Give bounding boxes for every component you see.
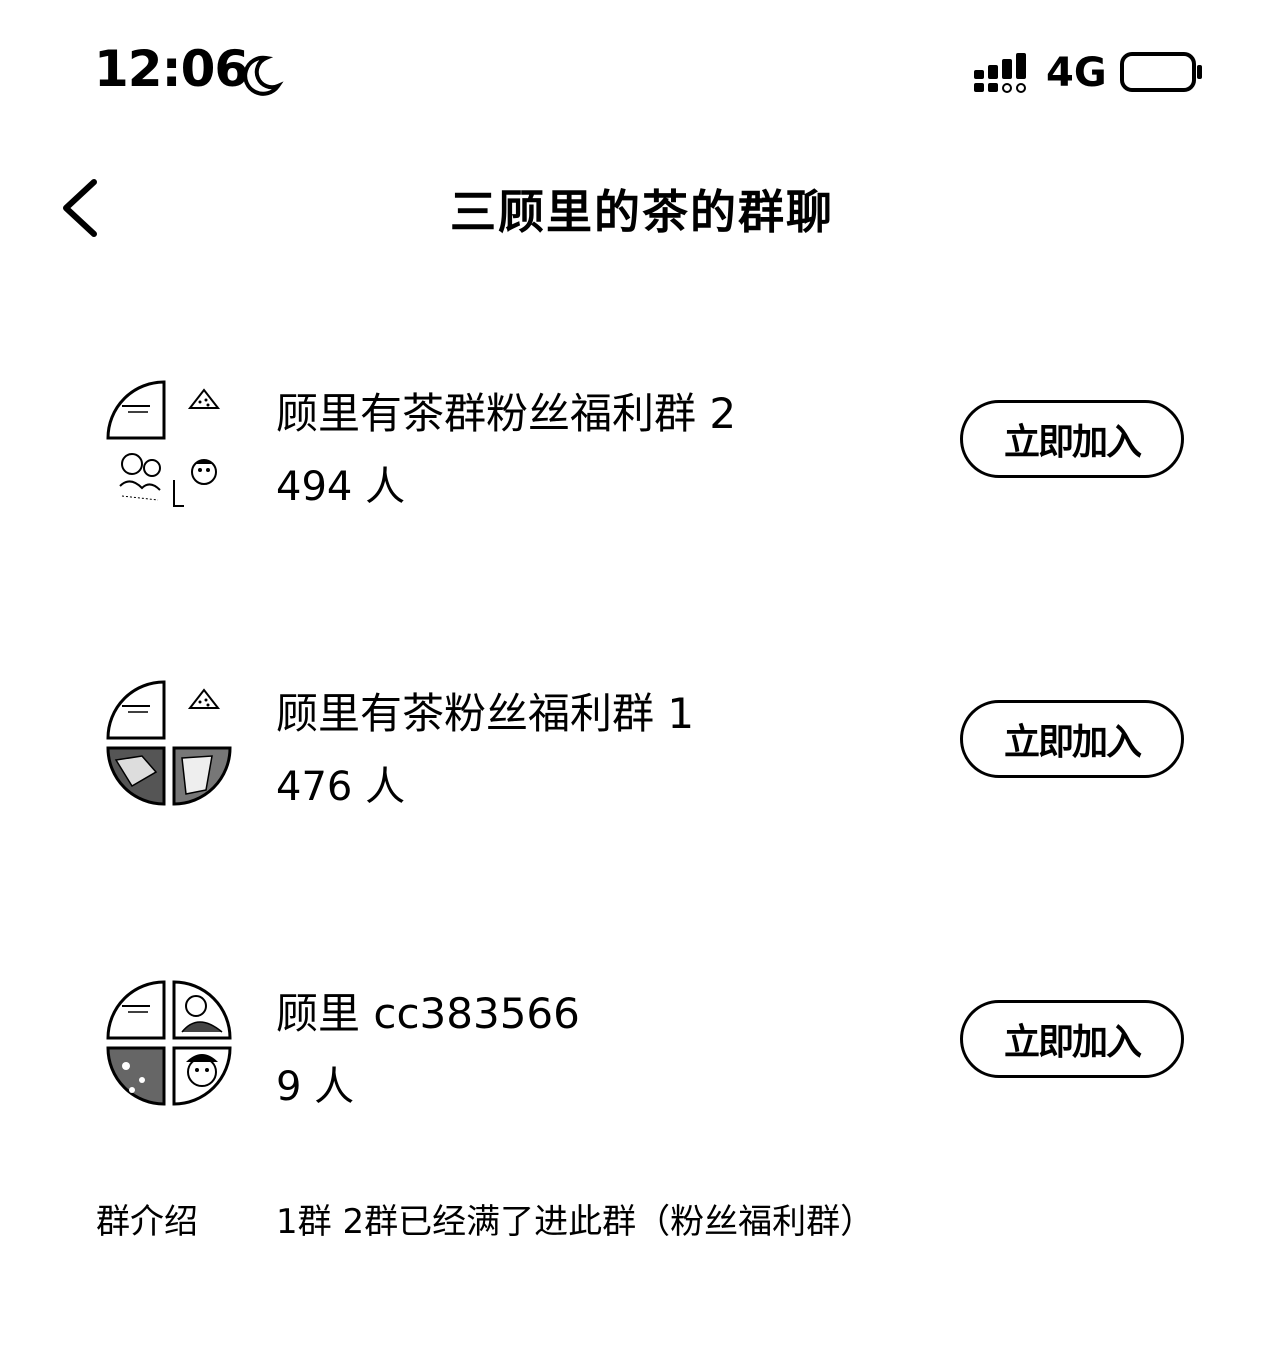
intro-text: 1群 2群已经满了进此群（粉丝福利群） [276, 1202, 875, 1242]
member-count: 9 人 [276, 1064, 355, 1110]
battery-icon [1120, 52, 1202, 92]
group-avatar [106, 980, 232, 1106]
group-avatar [106, 680, 232, 806]
group-name: 顾里有茶粉丝福利群 1 [276, 689, 695, 738]
group-intro: 群介绍 1群 2群已经满了进此群（粉丝福利群） [0, 1190, 1284, 1250]
join-button[interactable]: 立即加入 [960, 400, 1184, 478]
group-row[interactable]: 顾里有茶粉丝福利群 1 476 人 立即加入 [0, 670, 1284, 820]
group-name: 顾里有茶群粉丝福利群 2 [276, 389, 737, 438]
status-bar: 12:06 4G [0, 0, 1284, 140]
nav-bar: 三顾里的茶的群聊 [0, 150, 1284, 270]
member-count: 476 人 [276, 764, 406, 810]
group-avatar [106, 380, 221, 507]
page-title: 三顾里的茶的群聊 [450, 185, 834, 239]
status-time: 12:06 [94, 40, 249, 98]
group-name: 顾里 cc383566 [276, 989, 580, 1038]
signal-icon [974, 53, 1026, 93]
group-row[interactable]: 顾里有茶群粉丝福利群 2 494 人 立即加入 [0, 370, 1284, 520]
join-button[interactable]: 立即加入 [960, 700, 1184, 778]
group-row[interactable]: 顾里 cc383566 9 人 立即加入 [0, 970, 1284, 1120]
network-type: 4G [1046, 50, 1107, 96]
join-button[interactable]: 立即加入 [960, 1000, 1184, 1078]
member-count: 494 人 [276, 464, 406, 510]
moon-icon [243, 55, 284, 96]
intro-label: 群介绍 [96, 1202, 198, 1242]
